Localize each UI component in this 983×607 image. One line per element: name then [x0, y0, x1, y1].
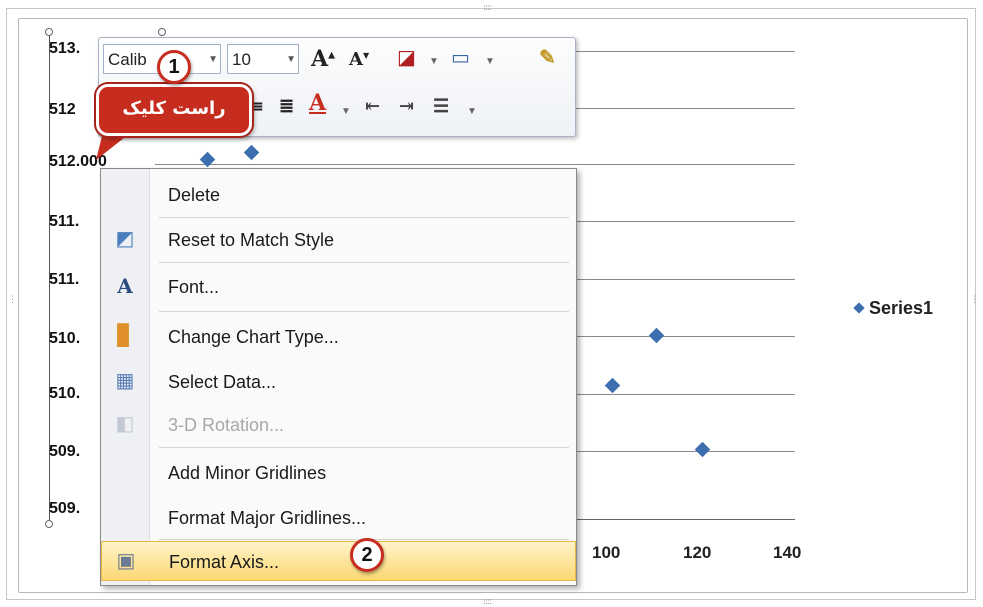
legend-marker-icon	[853, 302, 865, 314]
menu-separator	[159, 447, 569, 448]
shrink-font-button[interactable]: A▼	[349, 49, 369, 70]
format-axis-icon: ▣	[116, 550, 136, 572]
font-size-value: 10	[232, 50, 251, 69]
resize-handle-bottom[interactable]: ::::	[483, 598, 492, 607]
context-menu: Delete ◩ Reset to Match Style A Font... …	[100, 168, 577, 586]
bullets-icon[interactable]: ☰	[433, 96, 449, 117]
chart-type-icon: ▊	[117, 325, 133, 347]
x-axis-line	[575, 519, 795, 520]
y-tick-label: 513.	[49, 40, 81, 57]
legend-label: Series1	[869, 298, 934, 318]
select-data-icon: ▦	[115, 370, 135, 392]
font-size-combo[interactable]: 10 ▼	[227, 44, 299, 74]
gridline	[575, 221, 795, 222]
format-painter-icon[interactable]: ✎	[539, 45, 556, 69]
axis-selection-handle[interactable]	[45, 28, 53, 36]
menu-item-label: Change Chart Type...	[168, 327, 339, 347]
menu-item-label: 3-D Rotation...	[168, 415, 285, 435]
resize-handle-right[interactable]: ⋮	[970, 296, 979, 305]
align-center-icon[interactable]: ≣	[279, 96, 294, 117]
font-icon: A	[117, 274, 133, 298]
gridline	[575, 336, 795, 337]
step-badge-1: 1	[157, 50, 191, 84]
y-tick-label: 510.	[49, 330, 81, 347]
3d-rotation-icon: ◧	[115, 413, 135, 435]
menu-item-label: Font...	[168, 277, 220, 297]
x-tick-label: 120	[683, 543, 712, 562]
menu-item-label: Format Axis...	[169, 552, 280, 572]
chevron-down-icon[interactable]: ▼	[467, 106, 477, 117]
menu-item-format-axis[interactable]: ▣ Format Axis...	[101, 541, 576, 581]
gridline	[575, 394, 795, 395]
menu-item-label: Delete	[168, 185, 221, 205]
outline-color-icon[interactable]: ▭	[451, 45, 470, 69]
menu-item-change-chart-type[interactable]: ▊ Change Chart Type...	[101, 315, 576, 359]
menu-item-label: Select Data...	[168, 372, 277, 392]
menu-separator	[159, 262, 569, 263]
step-badge-2: 2	[350, 538, 384, 572]
font-name-value: Calib	[108, 50, 147, 69]
legend[interactable]: Series1	[853, 298, 934, 319]
font-color-button[interactable]: A	[309, 90, 326, 116]
resize-handle-left[interactable]: ⋮	[8, 296, 17, 305]
menu-item-reset-to-match-style[interactable]: ◩ Reset to Match Style	[101, 218, 576, 262]
menu-item-add-minor-gridlines[interactable]: Add Minor Gridlines	[101, 451, 576, 495]
y-tick-label: 511.	[49, 213, 80, 230]
chevron-down-icon[interactable]: ▼	[286, 45, 296, 75]
menu-item-label: Format Major Gridlines...	[168, 508, 367, 528]
x-tick-label: 100	[592, 543, 621, 562]
y-tick-label: 511.	[49, 271, 80, 288]
axis-selection-handle[interactable]	[158, 28, 166, 36]
gridline	[155, 164, 795, 165]
gridline	[575, 279, 795, 280]
fill-color-icon[interactable]: ◪	[397, 45, 416, 69]
y-tick-label: 509.	[49, 500, 81, 517]
y-tick-label: 509.	[49, 443, 81, 460]
menu-item-3d-rotation: ◧ 3-D Rotation...	[101, 403, 576, 447]
axis-selection-handle[interactable]	[45, 520, 53, 528]
menu-item-select-data[interactable]: ▦ Select Data...	[101, 360, 576, 404]
chevron-down-icon[interactable]: ▼	[341, 106, 351, 117]
gridline	[575, 51, 795, 52]
reset-style-icon: ◩	[115, 228, 135, 250]
y-tick-label: 510.	[49, 385, 81, 402]
grow-font-button[interactable]: A▲	[311, 46, 335, 72]
menu-item-label: Reset to Match Style	[168, 230, 335, 250]
chevron-down-icon[interactable]: ▼	[208, 45, 218, 75]
gridline	[575, 108, 795, 109]
increase-indent-icon[interactable]: ⇥	[399, 96, 414, 117]
menu-item-delete[interactable]: Delete	[101, 173, 576, 217]
chevron-down-icon[interactable]: ▼	[429, 56, 439, 67]
decrease-indent-icon[interactable]: ⇤	[365, 96, 380, 117]
right-click-callout: راست کلیک	[96, 84, 252, 136]
menu-separator	[159, 311, 569, 312]
resize-handle-top[interactable]: ::::	[483, 4, 492, 13]
menu-item-font[interactable]: A Font...	[101, 265, 576, 309]
menu-item-format-major-gridlines[interactable]: Format Major Gridlines...	[101, 496, 576, 540]
menu-item-label: Add Minor Gridlines	[168, 463, 327, 483]
y-tick-label: 512	[49, 101, 76, 118]
x-tick-label: 140	[773, 543, 802, 562]
gridline	[575, 451, 795, 452]
chevron-down-icon[interactable]: ▼	[485, 56, 495, 67]
